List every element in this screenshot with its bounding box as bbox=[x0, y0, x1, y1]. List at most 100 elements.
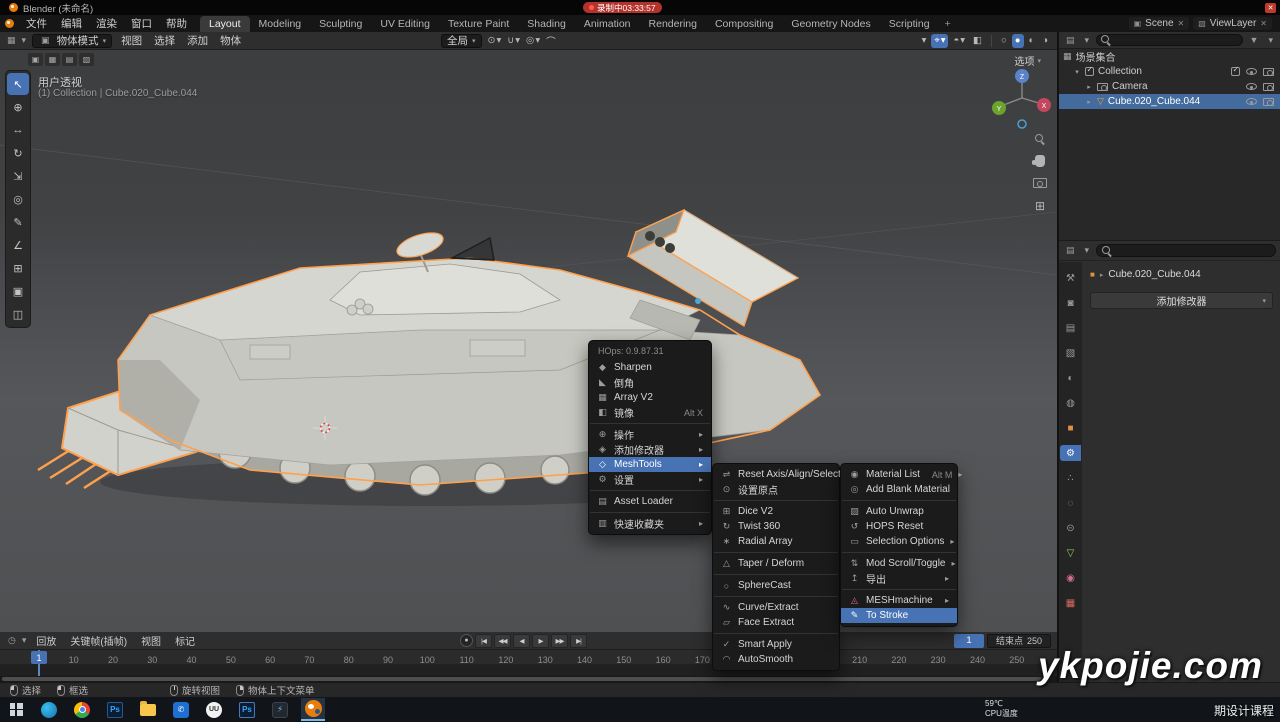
outliner-search-input[interactable] bbox=[1114, 35, 1238, 45]
tab-sculpting[interactable]: Sculpting bbox=[310, 16, 371, 32]
menu-add[interactable]: 添加 bbox=[181, 33, 214, 48]
pivot-dropdown[interactable]: ⊙ ▾ bbox=[485, 34, 505, 48]
scrollbar-thumb[interactable] bbox=[2, 677, 1042, 681]
menu-file[interactable]: 文件 bbox=[19, 15, 54, 32]
tools-item-mod-scroll[interactable]: ⇅Mod Scroll/Toggle▸ bbox=[841, 556, 957, 571]
timeline-editor-icon[interactable]: ◷ bbox=[5, 635, 19, 646]
hops-item-meshtools[interactable]: ◇MeshTools▸ bbox=[589, 457, 711, 472]
tools-item-selection-options[interactable]: ▭Selection Options▸ bbox=[841, 534, 957, 549]
gizmo-minus-z[interactable] bbox=[1018, 120, 1026, 128]
properties-editor-icon[interactable]: ▤ bbox=[1063, 245, 1078, 256]
menu-view[interactable]: 视图 bbox=[115, 33, 148, 48]
timeline-channel-area[interactable] bbox=[0, 665, 1057, 676]
tab-rendering[interactable]: Rendering bbox=[640, 16, 706, 32]
blender-menu-icon[interactable] bbox=[5, 19, 14, 28]
taskbar-app-blender[interactable] bbox=[301, 698, 325, 721]
tools-item-hops-reset[interactable]: ↺HOPS Reset bbox=[841, 519, 957, 534]
menu-select[interactable]: 选择 bbox=[148, 33, 181, 48]
meshtools-item-smart-apply[interactable]: ✓Smart Apply bbox=[713, 637, 839, 652]
render-camera-icon[interactable] bbox=[1263, 68, 1274, 76]
editor-type-caret-icon[interactable]: ▾ bbox=[19, 35, 30, 46]
meshtools-item-reset-axis[interactable]: ⇌Reset Axis/Align/Select bbox=[713, 467, 839, 482]
taskbar-app-edge[interactable] bbox=[37, 698, 61, 721]
outliner-row-scene-collection[interactable]: ▦ 场景集合 bbox=[1059, 49, 1280, 64]
current-frame-field[interactable]: 1 bbox=[954, 634, 984, 648]
orientation-dropdown[interactable]: 全局 ▾ bbox=[441, 34, 482, 48]
overlays-toggle[interactable]: ◓ ▾ bbox=[950, 34, 968, 48]
properties-search[interactable] bbox=[1096, 244, 1276, 257]
hops-item-sharpen[interactable]: ◆Sharpen bbox=[589, 360, 711, 375]
next-keyframe-button[interactable]: ▶▶ bbox=[551, 634, 568, 648]
missile-launcher[interactable] bbox=[628, 210, 798, 340]
menu-playback[interactable]: 回放 bbox=[29, 633, 63, 648]
play-button[interactable]: ▶ bbox=[532, 634, 549, 648]
select-mode-invert-icon[interactable]: ▧ bbox=[79, 53, 94, 66]
navigation-gizmo[interactable]: Y X Z bbox=[992, 69, 1051, 128]
tab-physics[interactable]: ◌ bbox=[1060, 495, 1081, 511]
tab-layout[interactable]: Layout bbox=[200, 16, 250, 32]
tab-modeling[interactable]: Modeling bbox=[250, 16, 311, 32]
record-button[interactable]: ● bbox=[460, 634, 473, 647]
meshtools-item-spherecast[interactable]: ○SphereCast bbox=[713, 578, 839, 593]
menu-window[interactable]: 窗口 bbox=[124, 15, 159, 32]
expand-arrow-icon[interactable]: ▸ bbox=[1085, 83, 1093, 91]
timeline-caret-icon[interactable]: ▾ bbox=[19, 635, 30, 646]
tab-modifiers[interactable]: ⚙ bbox=[1060, 445, 1081, 461]
tab-object[interactable]: ■ bbox=[1060, 420, 1081, 436]
hide-eye-icon[interactable] bbox=[1246, 83, 1257, 90]
filter-caret-icon[interactable]: ▾ bbox=[1265, 35, 1276, 46]
tab-constraints[interactable]: ⊝ bbox=[1060, 520, 1081, 536]
tab-uv-editing[interactable]: UV Editing bbox=[371, 16, 439, 32]
viewlayer-selector[interactable]: ▧ ViewLayer ✕ bbox=[1193, 17, 1272, 30]
menu-help[interactable]: 帮助 bbox=[159, 15, 194, 32]
filter-funnel-icon[interactable]: ▼ bbox=[1247, 35, 1262, 45]
properties-caret-icon[interactable]: ▾ bbox=[1082, 245, 1093, 256]
playhead-frame-badge[interactable]: 1 bbox=[31, 651, 47, 664]
tool-measure[interactable]: ∠ bbox=[7, 234, 29, 256]
pan-hand-icon[interactable] bbox=[1035, 155, 1045, 167]
jump-end-button[interactable]: ▶| bbox=[570, 634, 587, 648]
tools-item-add-blank-material[interactable]: ◎Add Blank Material bbox=[841, 482, 957, 497]
tool-mesh[interactable]: ▣ bbox=[7, 280, 29, 302]
meshtools-item-autosmooth[interactable]: ◠AutoSmooth bbox=[713, 652, 839, 667]
shading-material-button[interactable]: ◐ bbox=[1026, 34, 1038, 48]
jump-start-button[interactable]: |◀ bbox=[475, 634, 492, 648]
hops-item-asset-loader[interactable]: ▤Asset Loader bbox=[589, 494, 711, 509]
properties-search-input[interactable] bbox=[1115, 246, 1270, 256]
tool-rotate[interactable]: ↻ bbox=[7, 142, 29, 164]
tool-annotate[interactable]: ✎ bbox=[7, 211, 29, 233]
taskbar-app-uu[interactable]: UU bbox=[202, 698, 226, 721]
tab-shading[interactable]: Shading bbox=[518, 16, 575, 32]
meshtools-item-twist-360[interactable]: ↻Twist 360 bbox=[713, 519, 839, 534]
scene-unlink-icon[interactable]: ✕ bbox=[1178, 19, 1185, 28]
tool-add-cube[interactable]: ⊞ bbox=[7, 257, 29, 279]
close-button[interactable]: ✕ bbox=[1265, 3, 1276, 13]
visibility-dropdown[interactable]: ▾ bbox=[918, 34, 930, 48]
hops-item-array-v2[interactable]: ▦Array V2 bbox=[589, 390, 711, 405]
taskbar-app-phone[interactable]: ✆ bbox=[169, 698, 193, 721]
tab-render[interactable]: ◙ bbox=[1060, 295, 1081, 311]
menu-edit[interactable]: 编辑 bbox=[54, 15, 89, 32]
menu-view[interactable]: 视图 bbox=[134, 633, 168, 648]
tool-extra[interactable]: ◫ bbox=[7, 303, 29, 325]
tab-view-layer[interactable]: ▧ bbox=[1060, 345, 1081, 361]
tools-item-to-stroke[interactable]: ✎To Stroke bbox=[841, 608, 957, 623]
hide-eye-icon[interactable] bbox=[1246, 68, 1257, 75]
hide-eye-icon[interactable] bbox=[1246, 98, 1257, 105]
timeline-ruler[interactable]: 1020304050607080901001101201301401501601… bbox=[0, 650, 1057, 665]
meshtools-item-face-extract[interactable]: ▱Face Extract bbox=[713, 615, 839, 630]
snap-toggle[interactable]: ∪ ▾ bbox=[504, 34, 523, 48]
tools-item-material-list[interactable]: ◉Material ListAlt M▸ bbox=[841, 467, 957, 482]
tab-geometry-nodes[interactable]: Geometry Nodes bbox=[782, 16, 879, 32]
collection-checkbox[interactable] bbox=[1085, 67, 1094, 76]
shading-rendered-button[interactable]: ◑ bbox=[1039, 34, 1051, 48]
ortho-grid-icon[interactable]: ⊞ bbox=[1035, 199, 1045, 213]
hops-item-mirror[interactable]: ◧镜像Alt X bbox=[589, 405, 711, 420]
tab-tool[interactable]: ⚒ bbox=[1060, 270, 1081, 286]
tab-world[interactable]: ◍ bbox=[1060, 395, 1081, 411]
expand-arrow-icon[interactable]: ▸ bbox=[1085, 98, 1093, 106]
prev-keyframe-button[interactable]: ◀◀ bbox=[494, 634, 511, 648]
menu-markers[interactable]: 标记 bbox=[168, 633, 202, 648]
tab-animation[interactable]: Animation bbox=[575, 16, 640, 32]
play-reverse-button[interactable]: ◀ bbox=[513, 634, 530, 648]
